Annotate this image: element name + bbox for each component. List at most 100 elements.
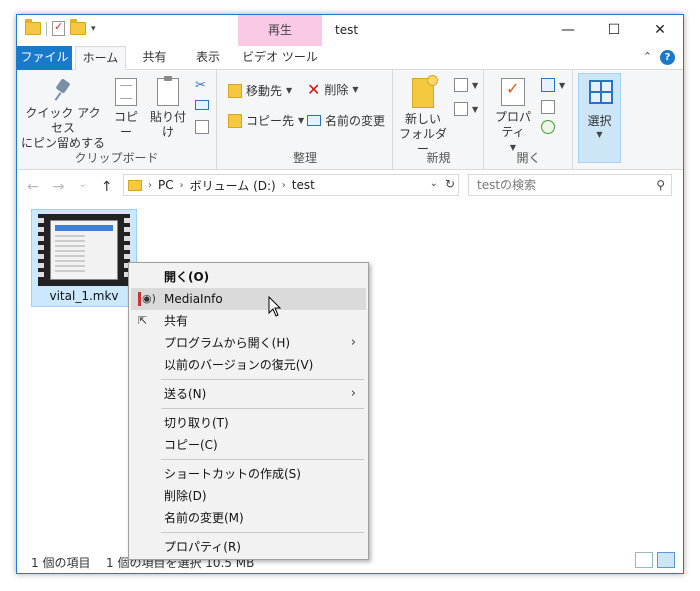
menu-item-open-with[interactable]: プログラムから開く(H) › bbox=[131, 332, 366, 354]
menu-item-label: 切り取り(T) bbox=[164, 416, 229, 430]
paste-button[interactable]: 貼り付け bbox=[146, 76, 190, 140]
breadcrumb-separator: › bbox=[148, 179, 152, 191]
menu-item-share[interactable]: ⇱ 共有 bbox=[131, 310, 366, 332]
menu-item-label: 共有 bbox=[164, 314, 189, 328]
move-to-label: 移動先 bbox=[246, 84, 283, 98]
collapse-ribbon-icon[interactable]: ⌃ bbox=[643, 50, 652, 65]
menu-separator bbox=[161, 459, 364, 460]
new-item-icon bbox=[454, 78, 468, 92]
breadcrumb-test[interactable]: test bbox=[292, 178, 315, 192]
help-icon[interactable]: ? bbox=[660, 50, 675, 65]
menu-item-copy[interactable]: コピー(C) bbox=[131, 434, 366, 456]
tab-view[interactable]: 表示 bbox=[185, 46, 231, 70]
folder-icon bbox=[25, 19, 41, 35]
scissors-icon: ✂ bbox=[195, 78, 206, 93]
details-view-button[interactable] bbox=[635, 552, 653, 568]
large-icons-view-button[interactable] bbox=[657, 552, 675, 568]
edit-button[interactable] bbox=[541, 100, 555, 114]
easy-access-button[interactable]: ▼ bbox=[454, 102, 478, 116]
cut-button[interactable]: ✂ bbox=[195, 78, 209, 93]
refresh-icon[interactable]: ↻ bbox=[445, 177, 455, 191]
menu-item-label: MediaInfo bbox=[164, 292, 223, 306]
paste-shortcut-icon bbox=[195, 120, 209, 134]
close-button[interactable]: ✕ bbox=[637, 15, 683, 46]
paste-shortcut-button[interactable] bbox=[195, 120, 209, 134]
open-group: プロパティ ▼ ▼ 開く bbox=[485, 70, 573, 170]
file-item-selected[interactable]: vital_1.mkv bbox=[31, 209, 137, 307]
new-item-button[interactable]: ▼ bbox=[454, 78, 478, 92]
menu-item-label: 削除(D) bbox=[164, 489, 207, 503]
menu-item-rename[interactable]: 名前の変更(M) bbox=[131, 507, 366, 529]
menu-item-restore-previous[interactable]: 以前のバージョンの復元(V) bbox=[131, 354, 366, 376]
clipboard-group-label: クリップボード bbox=[74, 151, 159, 165]
pin-icon bbox=[52, 78, 74, 102]
maximize-button[interactable]: ☐ bbox=[591, 15, 637, 46]
copy-label: コピー bbox=[113, 110, 138, 139]
pin-to-quick-access-button[interactable]: クイック アクセス にピン留めする bbox=[21, 78, 105, 151]
tab-home[interactable]: ホーム bbox=[75, 46, 126, 71]
recent-locations-button[interactable]: ⌄ bbox=[78, 179, 86, 195]
menu-item-create-shortcut[interactable]: ショートカットの作成(S) bbox=[131, 463, 366, 485]
share-icon: ⇱ bbox=[138, 314, 148, 327]
search-input[interactable]: testの検索 ⚲ bbox=[468, 174, 672, 196]
up-button[interactable]: ↑ bbox=[101, 179, 113, 195]
properties-button[interactable]: プロパティ ▼ bbox=[489, 78, 537, 155]
menu-item-delete[interactable]: 削除(D) bbox=[131, 485, 366, 507]
chevron-down-icon: ▼ bbox=[472, 104, 479, 114]
tab-share[interactable]: 共有 bbox=[132, 46, 177, 70]
window-title: test bbox=[335, 23, 359, 37]
address-bar[interactable]: › PC › ボリューム (D:) › test ⌄ ↻ bbox=[123, 174, 459, 196]
forward-button[interactable]: → bbox=[53, 179, 65, 195]
submenu-arrow-icon: › bbox=[350, 335, 356, 350]
menu-item-properties[interactable]: プロパティ(R) bbox=[131, 536, 366, 558]
properties-icon bbox=[501, 78, 525, 106]
move-to-button[interactable]: 移動先 ▼ bbox=[228, 82, 292, 99]
copy-to-label: コピー先 bbox=[246, 114, 295, 128]
open-button[interactable]: ▼ bbox=[541, 78, 565, 92]
context-tab-header: 再生 bbox=[238, 15, 322, 46]
menu-item-open[interactable]: 開く(O) bbox=[131, 266, 366, 288]
menu-separator bbox=[161, 408, 364, 409]
caption-buttons: — ☐ ✕ bbox=[545, 15, 683, 46]
select-group[interactable]: 選択 ▼ bbox=[578, 73, 621, 163]
ribbon-tab-bar: ファイル ホーム 共有 表示 ビデオ ツール ⌃ ? bbox=[17, 46, 683, 71]
open-group-label: 開く bbox=[516, 151, 541, 165]
rename-label: 名前の変更 bbox=[325, 114, 386, 128]
tab-video-tools[interactable]: ビデオ ツール bbox=[238, 46, 322, 70]
copy-path-button[interactable] bbox=[195, 100, 209, 110]
back-button[interactable]: ← bbox=[27, 179, 39, 195]
new-group-label: 新規 bbox=[426, 151, 451, 165]
minimize-button[interactable]: — bbox=[545, 15, 591, 46]
select-icon bbox=[589, 80, 613, 104]
menu-item-cut[interactable]: 切り取り(T) bbox=[131, 412, 366, 434]
delete-label: 削除 bbox=[324, 83, 349, 97]
title-bar: ▾ 再生 test — ☐ ✕ bbox=[17, 15, 683, 46]
qat-separator bbox=[46, 21, 47, 36]
address-dropdown-icon[interactable]: ⌄ bbox=[430, 178, 438, 189]
organize-group: 移動先 ▼ コピー先 ▼ ✕ 削除 ▼ 名前の変更 整理 bbox=[218, 70, 393, 170]
menu-item-mediainfo[interactable]: ◉) MediaInfo bbox=[131, 288, 366, 310]
rename-button[interactable]: 名前の変更 bbox=[307, 112, 385, 129]
breadcrumb-pc[interactable]: PC bbox=[158, 178, 174, 192]
search-placeholder: testの検索 bbox=[477, 178, 537, 192]
folder-icon bbox=[128, 179, 142, 191]
menu-item-send-to[interactable]: 送る(N) › bbox=[131, 383, 366, 405]
open-icon bbox=[541, 78, 555, 92]
breadcrumb-volume-d[interactable]: ボリューム (D:) bbox=[190, 177, 276, 194]
copy-to-button[interactable]: コピー先 ▼ bbox=[228, 112, 304, 129]
search-icon: ⚲ bbox=[656, 178, 665, 192]
video-thumbnail-icon bbox=[38, 214, 130, 286]
tab-file[interactable]: ファイル bbox=[17, 46, 72, 70]
copy-button[interactable]: コピー bbox=[109, 78, 143, 140]
properties-icon[interactable] bbox=[52, 20, 65, 36]
history-button[interactable] bbox=[541, 120, 555, 134]
qat-customize-icon[interactable]: ▾ bbox=[91, 24, 101, 34]
history-icon bbox=[541, 120, 555, 134]
new-folder-icon[interactable] bbox=[70, 19, 86, 35]
delete-icon: ✕ bbox=[307, 80, 321, 99]
delete-button[interactable]: ✕ 削除 ▼ bbox=[307, 80, 359, 99]
clipboard-group: クイック アクセス にピン留めする コピー 貼り付け ✂ クリップボード bbox=[17, 70, 217, 170]
new-folder-button[interactable]: 新しい フォルダー bbox=[398, 75, 448, 157]
select-button[interactable] bbox=[587, 80, 615, 108]
copy-icon bbox=[115, 78, 137, 106]
